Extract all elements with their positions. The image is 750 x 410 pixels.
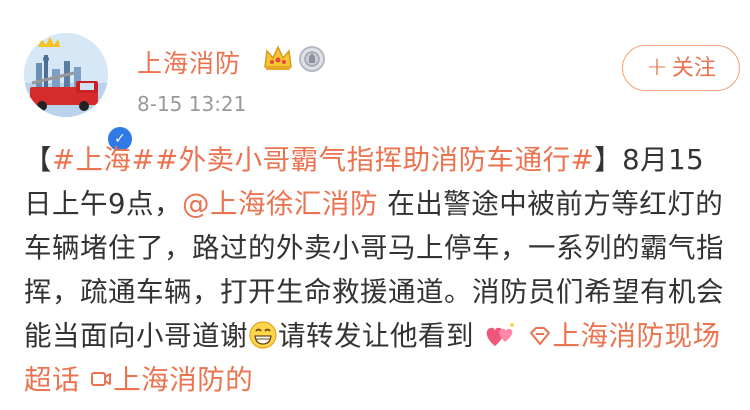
user-name[interactable]: 上海消防 <box>137 44 241 80</box>
close-bracket: 】 <box>594 144 623 176</box>
post-body: 【#上海##外卖小哥霸气指挥助消防车通行#】8月15日上午9点，@上海徐汇消防 … <box>24 138 728 402</box>
video-icon <box>91 372 112 386</box>
topic-link[interactable]: #上海##外卖小哥霸气指挥助消防车通行# <box>52 144 594 176</box>
avatar-image <box>24 33 108 117</box>
diamond-icon <box>529 327 550 345</box>
post-time: 8-15 13:21 <box>137 92 247 116</box>
crown-icon <box>264 45 292 70</box>
hearts-emoji-icon <box>486 323 515 346</box>
post-text-3: 请转发让他看到 <box>278 320 474 352</box>
open-bracket: 【 <box>24 144 52 176</box>
video-link[interactable]: 上海消防的 <box>89 364 253 396</box>
follow-label: 关注 <box>671 56 716 81</box>
plus-icon: + <box>646 52 668 82</box>
video-link-label: 上海消防的 <box>113 364 254 396</box>
grin-emoji-icon <box>249 321 277 349</box>
follow-button[interactable]: + 关注 <box>622 45 740 91</box>
medal-icon <box>299 46 325 72</box>
avatar[interactable]: ✓ <box>24 33 134 153</box>
mention-link[interactable]: @上海徐汇消防 <box>182 188 378 220</box>
